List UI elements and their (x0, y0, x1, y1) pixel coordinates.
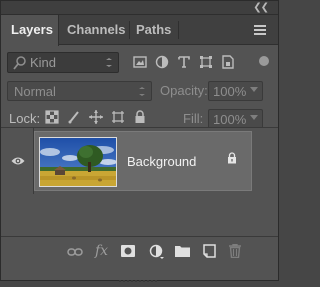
panel-menu-icon[interactable] (254, 25, 266, 35)
layers-bottom-toolbar: fx (1, 236, 278, 266)
eye-icon (11, 157, 25, 165)
panel-resize-grip[interactable] (119, 269, 159, 282)
tab-paths[interactable]: Paths (130, 15, 177, 45)
delete-layer-icon[interactable] (229, 244, 241, 258)
search-icon (13, 56, 26, 70)
pixel-filter-icon[interactable] (133, 55, 147, 69)
filter-toggle-icon[interactable] (259, 56, 269, 66)
fill-label: Fill: (183, 111, 204, 126)
layers-panel: ❮❮ Layers Channels Paths Kind Normal Opa… (0, 0, 279, 282)
fill-value: 100% (213, 112, 247, 127)
panel-tab-bar: Layers Channels Paths (1, 15, 278, 46)
lock-label: Lock: (9, 111, 41, 126)
chevron-down-icon (250, 115, 258, 120)
adjustment-layer-icon[interactable] (149, 244, 165, 260)
lock-icon (228, 152, 236, 164)
panel-top-strip: ❮❮ (1, 1, 278, 15)
collapse-panel-icon[interactable]: ❮❮ (253, 2, 269, 14)
opacity-label: Opacity: (160, 83, 208, 98)
lock-position-icon[interactable] (89, 110, 103, 124)
fill-field[interactable]: 100% (208, 109, 263, 129)
blend-mode-select[interactable]: Normal (7, 81, 152, 101)
shape-filter-icon[interactable] (199, 55, 213, 69)
tab-channels[interactable]: Channels (60, 15, 132, 45)
lock-image-pixels-icon[interactable] (67, 110, 81, 124)
new-group-icon[interactable] (175, 245, 190, 257)
adjustment-filter-icon[interactable] (155, 55, 169, 69)
layer-item-background[interactable]: Background (34, 131, 252, 191)
tab-divider (178, 21, 179, 39)
type-filter-icon[interactable] (177, 55, 191, 69)
add-mask-icon[interactable] (121, 245, 135, 257)
blend-mode-value: Normal (14, 84, 56, 99)
lock-transparent-pixels-icon[interactable] (45, 110, 59, 124)
chevron-down-icon (106, 58, 112, 67)
layer-name[interactable]: Background (127, 154, 196, 169)
lock-artboard-icon[interactable] (111, 110, 125, 124)
layers-list-empty-area (1, 194, 278, 237)
layer-style-fx-icon[interactable]: fx (95, 243, 108, 259)
new-layer-icon[interactable] (203, 244, 216, 258)
link-layers-icon[interactable] (67, 247, 83, 257)
opacity-field[interactable]: 100% (208, 81, 263, 101)
chevron-down-icon (139, 87, 145, 96)
smart-object-filter-icon[interactable] (221, 55, 235, 69)
lock-all-icon[interactable] (133, 110, 147, 124)
filter-kind-label: Kind (30, 55, 57, 70)
layer-visibility-toggle[interactable] (1, 128, 34, 194)
opacity-value: 100% (213, 84, 247, 99)
layer-row[interactable]: Background (1, 128, 278, 194)
layer-filter-kind-select[interactable]: Kind (7, 52, 119, 73)
tab-layers[interactable]: Layers (1, 15, 59, 46)
chevron-down-icon (250, 87, 258, 92)
landscape-thumbnail-image (40, 138, 116, 186)
layer-thumbnail[interactable] (39, 137, 117, 187)
